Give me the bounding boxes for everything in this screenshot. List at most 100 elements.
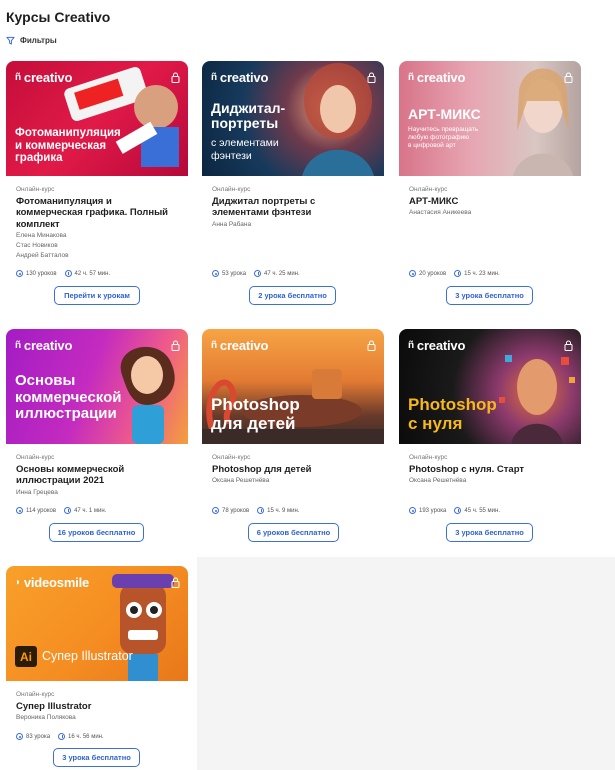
course-card[interactable]: ◗ videosmile Ai Супер Illustrator Онлайн-… xyxy=(6,566,188,770)
course-cover[interactable]: ñ creativo Photoshop с нуля xyxy=(399,329,581,444)
course-name[interactable]: Диджитал портреты с элементами фэнтези xyxy=(212,196,374,219)
lessons-icon xyxy=(212,507,219,514)
course-stats: 83 урока 16 ч. 56 мин. xyxy=(16,733,104,740)
course-action-button[interactable]: 3 урока бесплатно xyxy=(446,523,533,542)
brand-logo: ñ creativo xyxy=(408,338,466,353)
course-card[interactable]: ñ creativo Основы коммерческой иллюстрации … xyxy=(6,329,188,551)
brand-logo: ñ creativo xyxy=(211,338,269,353)
lessons-count: 78 уроков xyxy=(222,507,250,514)
course-stats: 130 уроков 42 ч. 57 мин. xyxy=(16,270,110,277)
course-author: Оксана Решетнёва xyxy=(212,477,270,485)
clock-icon xyxy=(257,507,265,514)
course-cover[interactable]: ñ creativo Фотоманипуляция и коммерческая г… xyxy=(6,61,188,176)
course-name[interactable]: Photoshop с нуля. Старт xyxy=(409,464,571,475)
lessons-count: 114 уроков xyxy=(26,507,57,514)
lessons-icon xyxy=(212,270,219,277)
course-author: Вероника Полякова xyxy=(16,714,76,722)
lock-icon xyxy=(171,72,180,83)
lock-icon xyxy=(564,72,573,83)
course-name[interactable]: АРТ-МИКС xyxy=(409,196,571,207)
course-action-button[interactable]: 2 урока бесплатно xyxy=(249,286,336,305)
cover-title: Photoshop для детей xyxy=(211,395,300,433)
course-cover[interactable]: ñ creativo Основы коммерческой иллюстрации xyxy=(6,329,188,444)
brand-logo: ◗ videosmile xyxy=(15,575,90,590)
lock-icon xyxy=(367,72,376,83)
lessons-icon xyxy=(16,270,23,277)
course-cover[interactable]: ◗ videosmile Ai Супер Illustrator xyxy=(6,566,188,681)
clock-icon xyxy=(58,733,66,740)
clock-icon xyxy=(454,507,462,514)
course-card[interactable]: ñ creativo АРТ-МИКС Научитесь превращать л… xyxy=(399,61,581,311)
course-card[interactable]: ñ creativo Диджитал-портреты с элементами… xyxy=(202,61,384,311)
course-action-button[interactable]: 6 уроков бесплатно xyxy=(248,523,339,542)
cover-title: Супер Illustrator xyxy=(42,649,133,663)
brand-logo: ñ creativo xyxy=(15,70,73,85)
lock-icon xyxy=(171,577,180,588)
course-card[interactable]: ñ creativo Фотоманипуляция и коммерческая г… xyxy=(6,61,188,311)
course-cover[interactable]: ñ creativo АРТ-МИКС Научитесь превращать л… xyxy=(399,61,581,176)
course-kind: Онлайн-курс xyxy=(212,186,251,193)
clock-icon xyxy=(254,270,262,277)
lessons-icon xyxy=(409,270,416,277)
cover-title: Photoshop с нуля xyxy=(408,395,497,433)
course-author: Стас Новиков xyxy=(16,242,58,250)
filter-icon xyxy=(6,36,15,45)
lessons-count: 83 урока xyxy=(26,733,51,740)
course-author: Анастасия Аникеева xyxy=(409,209,472,217)
clock-icon xyxy=(64,270,72,277)
lock-icon xyxy=(171,340,180,351)
course-action-button[interactable]: 3 урока бесплатно xyxy=(53,748,140,767)
course-action-button[interactable]: 3 урока бесплатно xyxy=(446,286,533,305)
course-name[interactable]: Фотоманипуляция и коммерческая графика. … xyxy=(16,196,178,230)
course-stats: 193 урока 45 ч. 55 мин. xyxy=(409,507,500,514)
tiki-mask-illustration xyxy=(112,574,174,681)
course-kind: Онлайн-курс xyxy=(409,186,448,193)
brand-logo: ñ creativo xyxy=(211,70,269,85)
illustrator-badge-icon: Ai xyxy=(15,646,37,667)
course-name[interactable]: Основы коммерческой иллюстрации 2021 xyxy=(16,464,178,487)
course-card[interactable]: ñ creativo Photoshop для детей Онлайн-курс… xyxy=(202,329,384,551)
dispersion-portrait-illustration xyxy=(499,355,575,444)
clock-icon xyxy=(64,507,72,514)
course-card[interactable]: ñ creativo Photoshop с нуля Онлайн-курс Ph… xyxy=(399,329,581,551)
lessons-icon xyxy=(16,507,23,514)
brand-logo: ñ creativo xyxy=(15,338,73,353)
cover-title: Диджитал-портреты xyxy=(211,100,286,132)
lessons-count: 193 урока xyxy=(419,507,447,514)
course-cover[interactable]: ñ creativo Photoshop для детей xyxy=(202,329,384,444)
lock-icon xyxy=(367,340,376,351)
duration: 16 ч. 56 мин. xyxy=(68,733,104,740)
course-author: Анна Рабана xyxy=(212,220,252,228)
course-name[interactable]: Photoshop для детей xyxy=(212,464,374,475)
cover-subtitle: Научитесь превращать любую фотографию в ци… xyxy=(408,126,479,149)
lock-icon xyxy=(564,340,573,351)
lessons-count: 53 урока xyxy=(222,270,247,277)
course-author: Инна Грецева xyxy=(16,488,58,496)
course-kind: Онлайн-курс xyxy=(16,186,55,193)
course-kind: Онлайн-курс xyxy=(16,454,55,461)
course-author: Оксана Решетнёва xyxy=(409,477,467,485)
course-kind: Онлайн-курс xyxy=(16,691,55,698)
course-kind: Онлайн-курс xyxy=(409,454,448,461)
duration: 15 ч. 23 мин. xyxy=(464,270,500,277)
filters-label: Фильтры xyxy=(20,36,57,45)
filters-button[interactable]: Фильтры xyxy=(6,36,57,45)
course-stats: 114 уроков 47 ч. 1 мин. xyxy=(16,507,106,514)
clock-icon xyxy=(454,270,462,277)
cover-title: Фотоманипуляция и коммерческая графика xyxy=(15,127,121,165)
lessons-icon xyxy=(409,507,416,514)
course-name[interactable]: Супер Illustrator xyxy=(16,701,178,712)
course-stats: 53 урока 47 ч. 25 мин. xyxy=(212,270,300,277)
course-action-button[interactable]: 16 уроков бесплатно xyxy=(49,523,144,542)
course-kind: Онлайн-курс xyxy=(212,454,251,461)
course-author: Андрей Батталов xyxy=(16,252,69,260)
course-stats: 78 уроков 15 ч. 9 мин. xyxy=(212,507,299,514)
brand-logo: ñ creativo xyxy=(408,70,466,85)
duration: 42 ч. 57 мин. xyxy=(74,270,111,277)
cover-subtitle: с элементами фэнтези xyxy=(211,137,279,162)
course-action-button[interactable]: Перейти к урокам xyxy=(54,286,140,305)
page-title: Курсы Creativo xyxy=(6,9,111,25)
course-cover[interactable]: ñ creativo Диджитал-портреты с элементами… xyxy=(202,61,384,176)
lessons-count: 20 уроков xyxy=(419,270,447,277)
lessons-count: 130 уроков xyxy=(26,270,57,277)
